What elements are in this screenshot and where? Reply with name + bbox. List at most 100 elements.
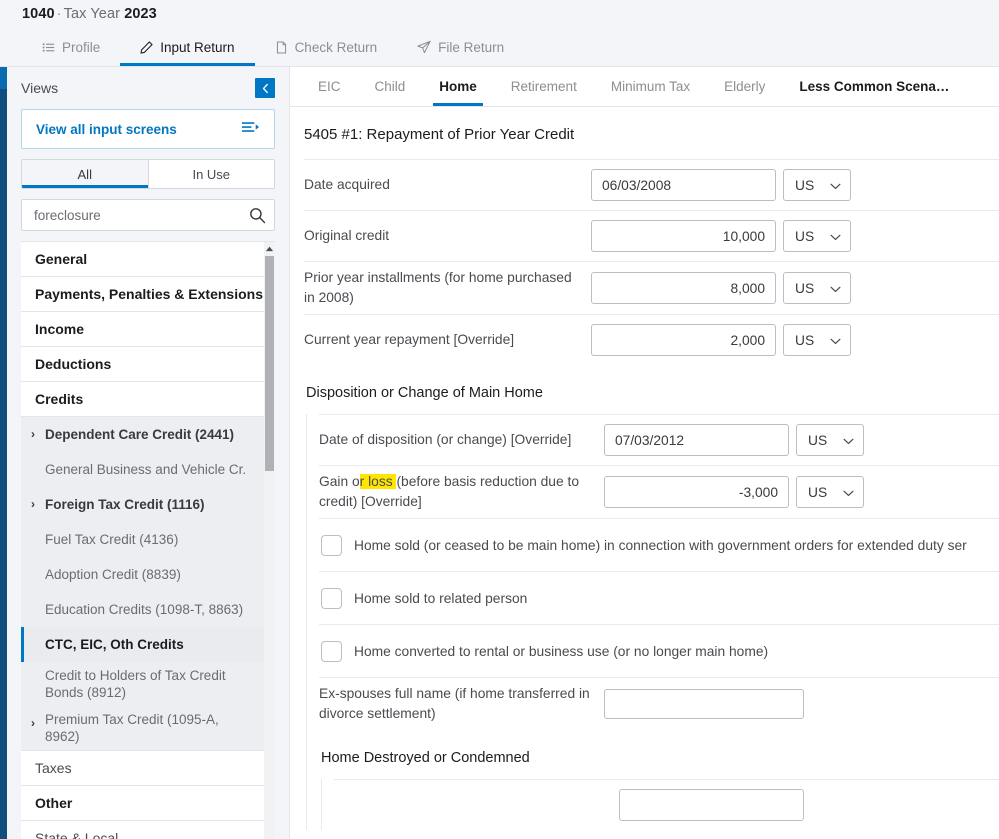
chevron-down-icon — [830, 333, 841, 348]
chevron-down-icon — [830, 281, 841, 296]
sidebar-item-premium-tax-credit[interactable]: › Premium Tax Credit (1095-A, 8962) — [21, 706, 264, 750]
chevron-down-icon — [843, 433, 854, 448]
caret-up-icon[interactable] — [264, 242, 275, 255]
current-year-repayment-unit-select[interactable]: US — [783, 324, 851, 356]
application-root: 1040·Tax Year 2023 Profile Input Return … — [0, 0, 999, 839]
field-label-current-year-repayment: Current year repayment [Override] — [304, 330, 591, 350]
tab-file-return[interactable]: File Return — [397, 28, 524, 66]
sidebar-item-education-credits[interactable]: Education Credits (1098-T, 8863) — [21, 592, 264, 627]
tab-retirement[interactable]: Retirement — [494, 67, 594, 106]
checkbox-row-converted-rental: Home converted to rental or business use… — [319, 624, 999, 677]
field-label-ex-spouse-name: Ex-spouses full name (if home transferre… — [319, 684, 604, 724]
destroyed-partial-input[interactable] — [619, 789, 804, 821]
sidebar-group-taxes[interactable]: Taxes — [21, 751, 264, 786]
search-input[interactable] — [34, 208, 249, 223]
current-year-repayment-input[interactable] — [591, 324, 776, 356]
tab-minimum-tax[interactable]: Minimum Tax — [594, 67, 707, 106]
original-credit-input[interactable] — [591, 220, 776, 252]
primary-nav-tabs: Profile Input Return Check Return File R… — [0, 28, 999, 67]
scrollbar-thumb[interactable] — [265, 256, 274, 471]
field-control-gain-or-loss: US — [604, 476, 864, 508]
sidebar-item-ctc-eic-oth-credits[interactable]: CTC, EIC, Oth Credits — [21, 627, 264, 662]
checkbox-row-sold-related-person: Home sold to related person — [319, 571, 999, 624]
sidebar-group-other[interactable]: Other — [21, 786, 264, 821]
sidebar-item-dependent-care-credit-label: Dependent Care Credit (2441) — [45, 426, 234, 443]
page-title: 5405 #1: Repayment of Prior Year Credit — [290, 107, 999, 159]
sidebar-item-fuel-tax-credit[interactable]: Fuel Tax Credit (4136) — [21, 522, 264, 557]
prior-year-installments-input[interactable] — [591, 272, 776, 304]
list-arrow-icon — [241, 120, 260, 139]
home-destroyed-section — [321, 779, 999, 830]
checkbox-label-government-orders: Home sold (or ceased to be main home) in… — [354, 538, 967, 553]
current-year-repayment-unit-value: US — [795, 333, 814, 348]
document-icon — [275, 41, 288, 54]
sidebar-collapse-button[interactable] — [255, 78, 275, 98]
tab-profile-label: Profile — [62, 40, 100, 55]
sidebar-group-deductions-label: Deductions — [35, 356, 111, 372]
input-form: Date acquired US Original credit — [290, 159, 999, 830]
search-box[interactable] — [21, 199, 275, 231]
date-of-disposition-input[interactable] — [604, 424, 789, 456]
field-control-current-year-repayment: US — [591, 324, 851, 356]
tab-eic[interactable]: EIC — [301, 67, 358, 106]
chevron-down-icon — [843, 485, 854, 500]
checkbox-government-orders[interactable] — [321, 535, 342, 556]
ex-spouse-name-input[interactable] — [604, 689, 804, 719]
tab-check-return[interactable]: Check Return — [255, 28, 398, 66]
sidebar-group-general-label: General — [35, 251, 87, 267]
date-of-disposition-unit-select[interactable]: US — [796, 424, 864, 456]
sidebar-item-fuel-tax-credit-label: Fuel Tax Credit (4136) — [45, 531, 178, 548]
field-label-date-acquired: Date acquired — [304, 175, 591, 195]
field-row-original-credit: Original credit US — [304, 210, 999, 261]
main-content: EIC Child Home Retirement Minimum Tax El… — [289, 67, 999, 839]
gain-or-loss-input[interactable] — [604, 476, 789, 508]
field-row-ex-spouse-name: Ex-spouses full name (if home transferre… — [319, 677, 999, 730]
checkbox-sold-related-person[interactable] — [321, 588, 342, 609]
search-icon[interactable] — [249, 207, 266, 224]
prior-year-installments-unit-select[interactable]: US — [783, 272, 851, 304]
list-icon — [42, 41, 55, 54]
tab-child[interactable]: Child — [358, 67, 423, 106]
filter-in-use-button[interactable]: In Use — [148, 160, 275, 188]
app-header: 1040·Tax Year 2023 — [0, 0, 999, 28]
disposition-section: Date of disposition (or change) [Overrid… — [306, 414, 999, 830]
sidebar-group-credits-label: Credits — [35, 391, 83, 407]
date-acquired-unit-select[interactable]: US — [783, 169, 851, 201]
checkbox-label-converted-rental: Home converted to rental or business use… — [354, 644, 768, 659]
field-control-date-of-disposition: US — [604, 424, 864, 456]
sidebar-scrollbar[interactable] — [264, 242, 275, 839]
sidebar-item-dependent-care-credit[interactable]: › Dependent Care Credit (2441) — [21, 417, 264, 452]
sidebar-item-foreign-tax-credit-label: Foreign Tax Credit (1116) — [45, 496, 205, 513]
tab-home[interactable]: Home — [422, 67, 494, 106]
sidebar-group-credits[interactable]: Credits — [21, 382, 264, 417]
section-heading-home-destroyed: Home Destroyed or Condemned — [319, 730, 999, 779]
gain-or-loss-unit-select[interactable]: US — [796, 476, 864, 508]
original-credit-unit-select[interactable]: US — [783, 220, 851, 252]
date-acquired-input[interactable] — [591, 169, 776, 201]
checkbox-label-sold-related-person: Home sold to related person — [354, 591, 527, 606]
sidebar-group-state-local[interactable]: State & Local — [21, 821, 264, 839]
sidebar-group-deductions[interactable]: Deductions — [21, 347, 264, 382]
tab-less-common-scenarios[interactable]: Less Common Scena… — [782, 67, 966, 106]
search-highlight: r loss — [360, 474, 397, 489]
sidebar-item-credit-holders-bonds[interactable]: Credit to Holders of Tax Credit Bonds (8… — [21, 662, 264, 706]
tab-input-return[interactable]: Input Return — [120, 28, 254, 66]
view-all-input-screens-button[interactable]: View all input screens — [21, 109, 275, 149]
sidebar-item-general-business-vehicle[interactable]: General Business and Vehicle Cr. — [21, 452, 264, 487]
title-separator: · — [55, 6, 64, 22]
credit-sub-tabs: EIC Child Home Retirement Minimum Tax El… — [290, 67, 999, 107]
checkbox-converted-rental[interactable] — [321, 641, 342, 662]
left-accent-rail — [0, 67, 7, 839]
sidebar-item-adoption-credit[interactable]: Adoption Credit (8839) — [21, 557, 264, 592]
sidebar-group-payments[interactable]: Payments, Penalties & Extensions — [21, 277, 264, 312]
sidebar-item-foreign-tax-credit[interactable]: › Foreign Tax Credit (1116) — [21, 487, 264, 522]
tab-elderly[interactable]: Elderly — [707, 67, 782, 106]
sidebar-group-income[interactable]: Income — [21, 312, 264, 347]
field-row-date-acquired: Date acquired US — [304, 159, 999, 210]
tab-less-common-scenarios-label: Less Common Scena… — [799, 79, 949, 94]
tab-profile[interactable]: Profile — [22, 28, 120, 66]
sidebar-group-other-label: Other — [35, 795, 72, 811]
view-filter-segment: All In Use — [21, 159, 275, 189]
sidebar-group-general[interactable]: General — [21, 242, 264, 277]
filter-all-button[interactable]: All — [22, 160, 148, 188]
